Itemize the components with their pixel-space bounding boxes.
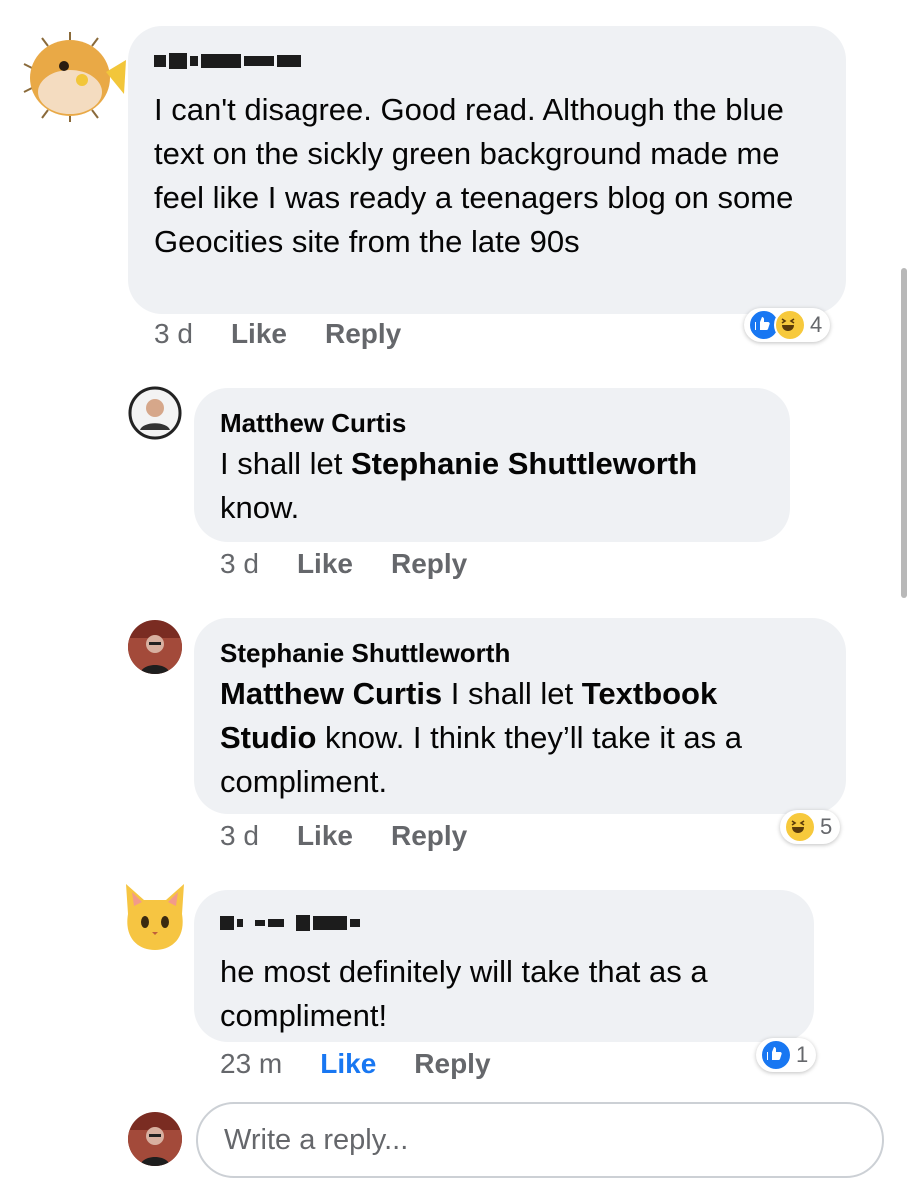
comment-actions: 23 m Like Reply (220, 1048, 529, 1080)
reply-input[interactable]: Write a reply... (196, 1102, 884, 1178)
avatar-cat[interactable] (120, 880, 190, 952)
comment-bubble: Stephanie Shuttleworth Matthew Curtis I … (194, 618, 846, 814)
reaction-summary[interactable]: 4 (744, 308, 831, 342)
reply-button[interactable]: Reply (391, 548, 467, 580)
comment-bubble: he most definitely will take that as a c… (194, 890, 814, 1042)
mention-link[interactable]: Stephanie Shuttleworth (351, 446, 697, 481)
profile-photo-icon (128, 620, 182, 674)
redacted-author-name[interactable] (220, 910, 788, 944)
reply-button[interactable]: Reply (391, 820, 467, 852)
avatar-stephanie-shuttleworth[interactable] (128, 620, 182, 674)
comment-text: he most definitely will take that as a c… (220, 954, 708, 1033)
redacted-author-name[interactable] (154, 46, 820, 82)
comment-time[interactable]: 23 m (220, 1048, 282, 1080)
reply-input-placeholder: Write a reply... (224, 1123, 409, 1156)
reaction-summary[interactable]: 5 (780, 810, 841, 844)
comment-actions: 3 d Like Reply (220, 548, 505, 580)
avatar-current-user (128, 1112, 182, 1166)
haha-reaction-icon (784, 811, 816, 843)
reply-button[interactable]: Reply (414, 1048, 490, 1080)
profile-photo-icon (128, 1112, 182, 1166)
haha-reaction-icon (774, 309, 806, 341)
comment-bubble: Matthew Curtis I shall let Stephanie Shu… (194, 388, 790, 542)
reaction-count: 4 (810, 312, 823, 337)
comment-time[interactable]: 3 d (220, 548, 259, 580)
comment-actions: 3 d Like Reply (220, 820, 505, 852)
profile-photo-icon (128, 386, 182, 440)
like-button[interactable]: Like (297, 548, 353, 580)
pufferfish-icon (23, 32, 126, 122)
reply-button[interactable]: Reply (325, 318, 401, 350)
comment-bubble: I can't disagree. Good read. Although th… (128, 26, 846, 314)
scrollbar[interactable] (901, 268, 907, 598)
reaction-count: 1 (796, 1042, 809, 1067)
comment-author[interactable]: Matthew Curtis (220, 408, 764, 438)
comment-author[interactable]: Stephanie Shuttleworth (220, 638, 820, 668)
like-button[interactable]: Like (320, 1048, 376, 1080)
comment-time[interactable]: 3 d (154, 318, 193, 350)
comment-text: I can't disagree. Good read. Although th… (154, 92, 794, 259)
comment-time[interactable]: 3 d (220, 820, 259, 852)
reaction-count: 5 (820, 814, 833, 839)
like-button[interactable]: Like (231, 318, 287, 350)
comment-text: Matthew Curtis I shall let Textbook Stud… (220, 676, 743, 799)
reaction-summary[interactable]: 1 (756, 1038, 817, 1072)
comment-actions: 3 d Like Reply (154, 318, 439, 350)
cat-face-icon (126, 884, 184, 950)
avatar-pufferfish[interactable] (20, 32, 130, 122)
avatar-matthew-curtis[interactable] (128, 386, 182, 440)
like-reaction-icon (760, 1039, 792, 1071)
like-button[interactable]: Like (297, 820, 353, 852)
comment-text: I shall let Stephanie Shuttleworth know. (220, 446, 698, 525)
mention-link[interactable]: Matthew Curtis (220, 676, 442, 711)
